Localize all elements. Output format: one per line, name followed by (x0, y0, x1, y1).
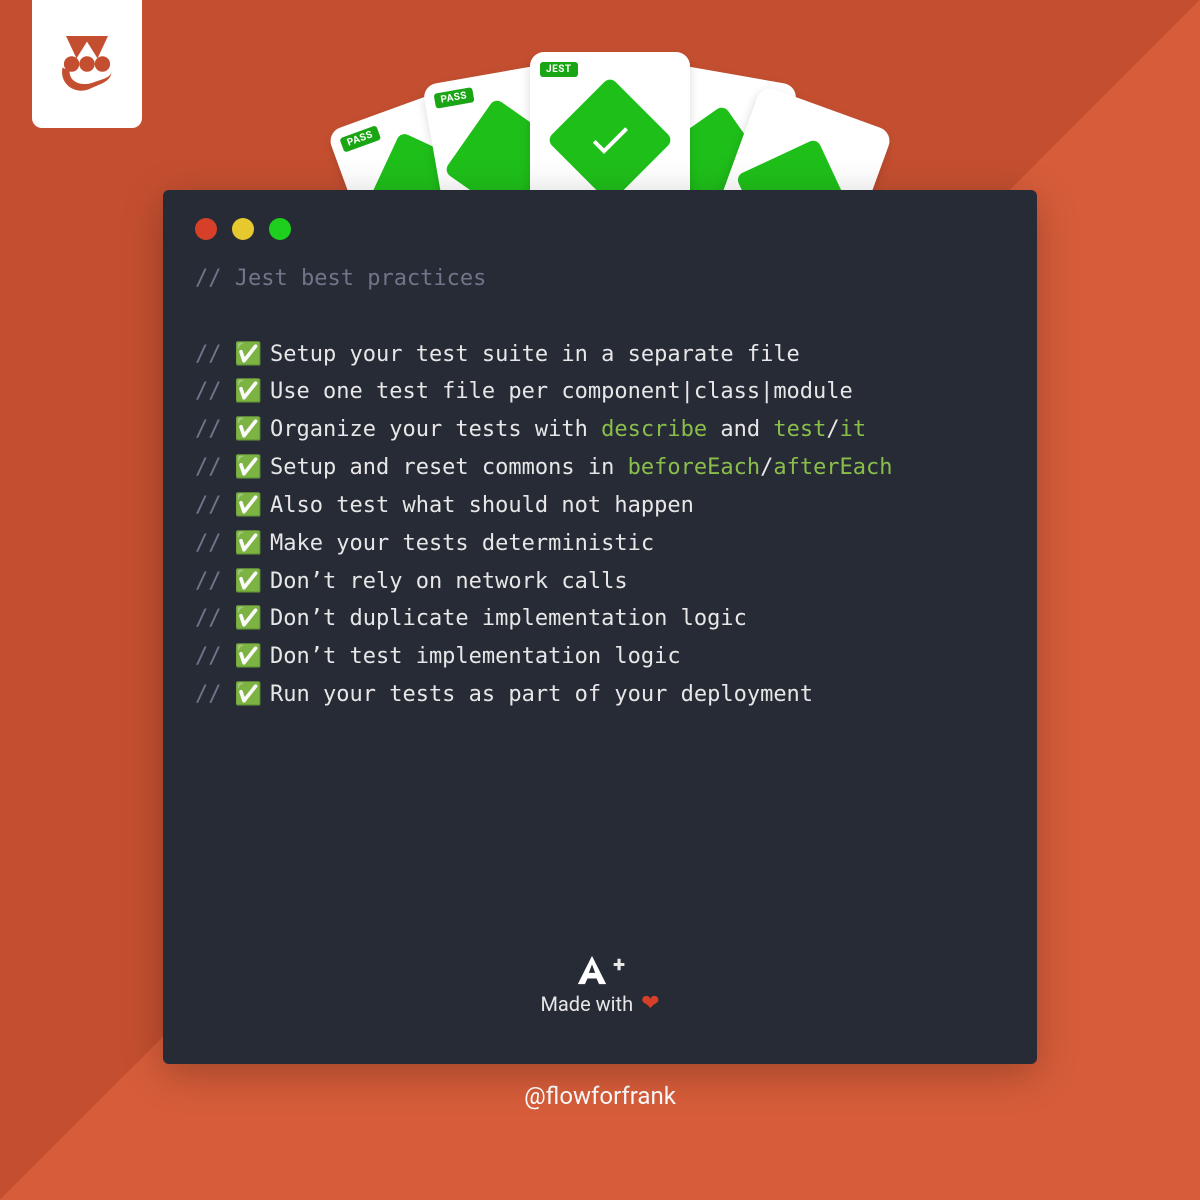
jest-badge: JEST (540, 62, 578, 77)
check-icon: ✅ (235, 563, 257, 601)
window-traffic-lights (163, 190, 1037, 250)
practice-line: // ✅ Setup your test suite in a separate… (195, 336, 1005, 374)
jest-logo-icon (52, 29, 122, 99)
practice-line: // ✅ Don’t rely on network calls (195, 563, 1005, 601)
author-handle: @flowforfrank (524, 1082, 676, 1110)
plus-icon: + (613, 953, 625, 978)
practice-line: // ✅ Setup and reset commons in beforeEa… (195, 449, 1005, 487)
zoom-dot-icon (269, 218, 291, 240)
title-comment: // Jest best practices (195, 260, 1005, 298)
a-letter-icon (575, 953, 609, 987)
made-with: Made with ❤ (540, 991, 659, 1016)
window-footer: + Made with ❤ (163, 953, 1037, 1064)
heart-icon: ❤ (641, 991, 659, 1016)
check-icon: ✅ (235, 373, 257, 411)
check-icon: ✅ (235, 449, 257, 487)
check-icon: ✅ (235, 525, 257, 563)
check-icon: ✅ (235, 336, 257, 374)
check-icon: ✅ (235, 676, 257, 714)
practice-line: // ✅ Don’t test implementation logic (195, 638, 1005, 676)
check-icon: ✅ (235, 487, 257, 525)
code-window: // Jest best practices // ✅ Setup your t… (163, 190, 1037, 1064)
close-dot-icon (195, 218, 217, 240)
check-icon: ✅ (235, 600, 257, 638)
practice-line: // ✅ Organize your tests with describe a… (195, 411, 1005, 449)
pass-badge: PASS (339, 125, 380, 152)
practice-line: // ✅ Don’t duplicate implementation logi… (195, 600, 1005, 638)
check-icon: ✅ (235, 411, 257, 449)
practice-line: // ✅ Run your tests as part of your depl… (195, 676, 1005, 714)
minimize-dot-icon (232, 218, 254, 240)
logo-tile (32, 0, 142, 128)
stage: PASS PASS JEST // Jest best practices (0, 0, 1200, 1200)
pass-badge: PASS (434, 87, 475, 108)
check-icon: ✅ (235, 638, 257, 676)
practice-line: // ✅ Also test what should not happen (195, 487, 1005, 525)
practice-line: // ✅ Use one test file per component|cla… (195, 373, 1005, 411)
practice-line: // ✅ Make your tests deterministic (195, 525, 1005, 563)
check-diamond-icon (546, 76, 673, 203)
brand-mark: + (575, 953, 625, 987)
code-block: // Jest best practices // ✅ Setup your t… (163, 250, 1037, 714)
